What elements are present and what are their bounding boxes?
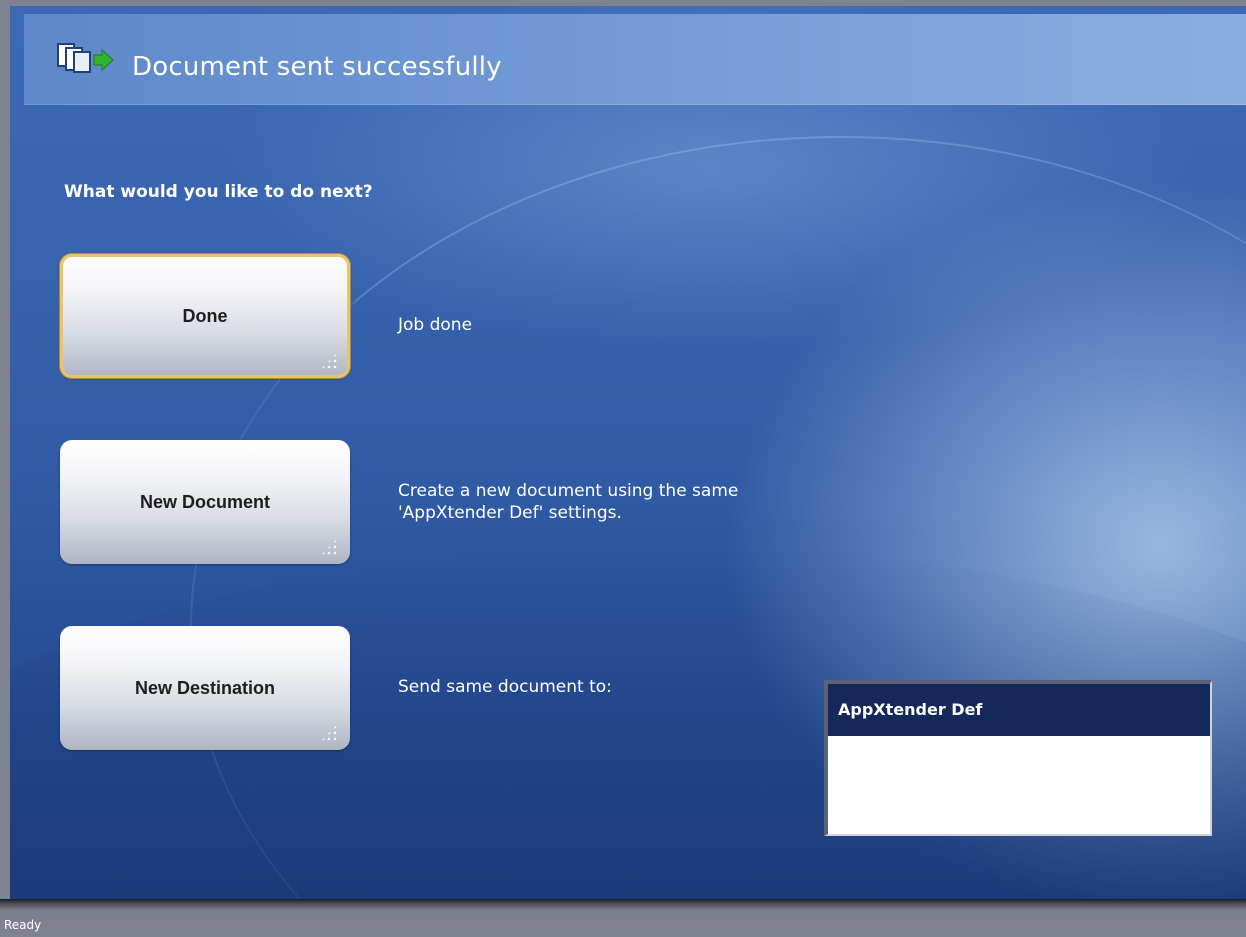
destination-list-item[interactable]: AppXtender Def [828,684,1210,736]
done-description: Job done [398,315,473,335]
new-document-button[interactable]: New Document [60,440,350,564]
done-button-label: Done [182,305,228,326]
new-document-button-label: New Document [139,491,271,512]
send-document-icon [57,43,114,73]
new-destination-button-label: New Destination [134,677,276,698]
destination-list[interactable]: AppXtender Def [824,680,1212,836]
grip-dots-icon [320,538,338,556]
main-window: Document sent successfully What would yo… [10,6,1246,899]
new-destination-description: Send same document to: [398,677,612,697]
status-bar: Ready [0,899,1246,937]
title-bar: Document sent successfully [24,14,1246,105]
status-text: Ready [4,918,42,932]
window-title: Document sent successfully [132,52,502,82]
grip-dots-icon [320,352,338,370]
next-action-prompt: What would you like to do next? [64,182,373,202]
done-button[interactable]: Done [60,254,350,378]
new-destination-button[interactable]: New Destination [60,626,350,750]
grip-dots-icon [320,724,338,742]
new-document-description: Create a new document using the same 'Ap… [398,481,739,523]
